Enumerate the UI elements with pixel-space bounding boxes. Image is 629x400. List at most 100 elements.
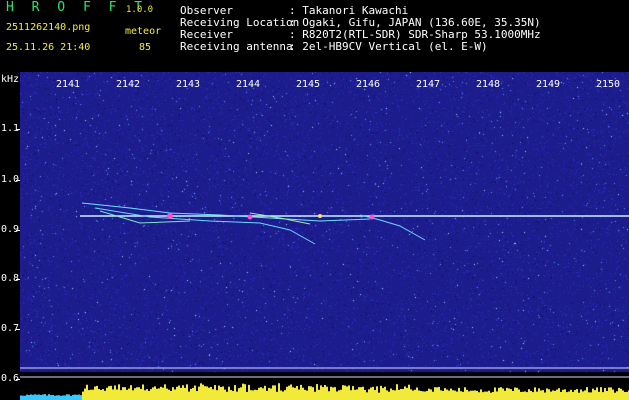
level-bar [164, 384, 166, 400]
level-bar [86, 384, 88, 400]
level-bar [84, 388, 86, 400]
level-bar [70, 395, 72, 400]
level-bar [28, 394, 30, 400]
level-bar [162, 387, 164, 400]
level-bar [272, 385, 274, 400]
spectrogram-view [20, 72, 629, 400]
level-bar [240, 387, 242, 400]
file-name: 2511262140.png [6, 22, 91, 33]
level-bar [394, 390, 396, 400]
level-bar [354, 389, 356, 400]
level-bar [386, 390, 388, 400]
level-bar [74, 394, 76, 400]
level-bar [590, 392, 592, 400]
level-bar [116, 389, 118, 400]
level-bar [434, 387, 436, 400]
level-bar [558, 388, 560, 400]
level-bar [358, 387, 360, 400]
level-bar [208, 387, 210, 400]
time-tick-label: 2142 [116, 79, 141, 90]
level-bar [130, 385, 132, 400]
level-bar [262, 388, 264, 400]
level-bar [292, 387, 294, 400]
level-bar [548, 389, 550, 400]
level-bar [294, 387, 296, 400]
level-bar [534, 387, 536, 400]
level-bar [476, 390, 478, 400]
level-bar [114, 385, 116, 400]
level-bar [242, 383, 244, 400]
level-bar [100, 389, 102, 400]
level-bar [212, 389, 214, 400]
level-bar [296, 386, 298, 400]
level-bar [280, 390, 282, 400]
antenna-value: : 2el-HB9CV Vertical (el. E-W) [289, 40, 488, 53]
level-bar [338, 390, 340, 400]
level-bar [494, 387, 496, 400]
level-bar [502, 388, 504, 400]
level-bar [102, 389, 104, 400]
level-bar [144, 390, 146, 400]
level-bar [278, 383, 280, 400]
level-bar [570, 389, 572, 400]
level-bar [306, 390, 308, 400]
level-bar [40, 394, 42, 400]
level-bar [198, 386, 200, 400]
level-bar [176, 386, 178, 400]
level-bar [42, 394, 44, 400]
level-bar [398, 389, 400, 400]
level-bar [312, 387, 314, 400]
level-bar [64, 395, 66, 400]
level-bar [274, 385, 276, 400]
level-bar [574, 390, 576, 400]
level-bar [266, 390, 268, 400]
level-bar [620, 388, 622, 400]
level-bar [118, 384, 120, 400]
level-bar [550, 391, 552, 400]
level-bar [532, 392, 534, 400]
level-bar [412, 390, 414, 400]
level-bar [290, 384, 292, 400]
level-bar [482, 392, 484, 400]
level-bar [598, 391, 600, 400]
level-bar [472, 390, 474, 400]
level-bar [160, 386, 162, 400]
level-bar [374, 390, 376, 400]
time-tick-label: 2148 [476, 79, 501, 90]
level-bar [518, 389, 520, 400]
level-bar [194, 385, 196, 400]
level-bar [430, 389, 432, 400]
time-tick-label: 2147 [416, 79, 441, 90]
level-bar [460, 391, 462, 400]
level-bar [362, 386, 364, 400]
level-bar [624, 392, 626, 400]
level-bar [324, 385, 326, 400]
level-bar [316, 384, 318, 400]
level-bar [270, 388, 272, 400]
level-bar [608, 387, 610, 400]
level-bar [506, 387, 508, 400]
level-bar [166, 388, 168, 400]
level-bar [106, 387, 108, 400]
level-bar [382, 388, 384, 400]
level-bar [504, 390, 506, 400]
level-bar [522, 391, 524, 400]
level-bar [190, 388, 192, 400]
level-bar [256, 390, 258, 400]
level-bar [284, 390, 286, 400]
level-bar [318, 389, 320, 400]
level-bar [308, 386, 310, 400]
level-bar [342, 385, 344, 400]
level-bar [210, 386, 212, 400]
level-bar [152, 387, 154, 400]
level-bar [578, 392, 580, 400]
level-bar [122, 387, 124, 400]
level-bar [618, 387, 620, 400]
level-bar [426, 391, 428, 400]
level-bar [224, 389, 226, 400]
level-bar [304, 389, 306, 400]
level-bar [148, 390, 150, 400]
level-bar [560, 391, 562, 400]
level-bar [602, 392, 604, 400]
level-bar [350, 390, 352, 400]
